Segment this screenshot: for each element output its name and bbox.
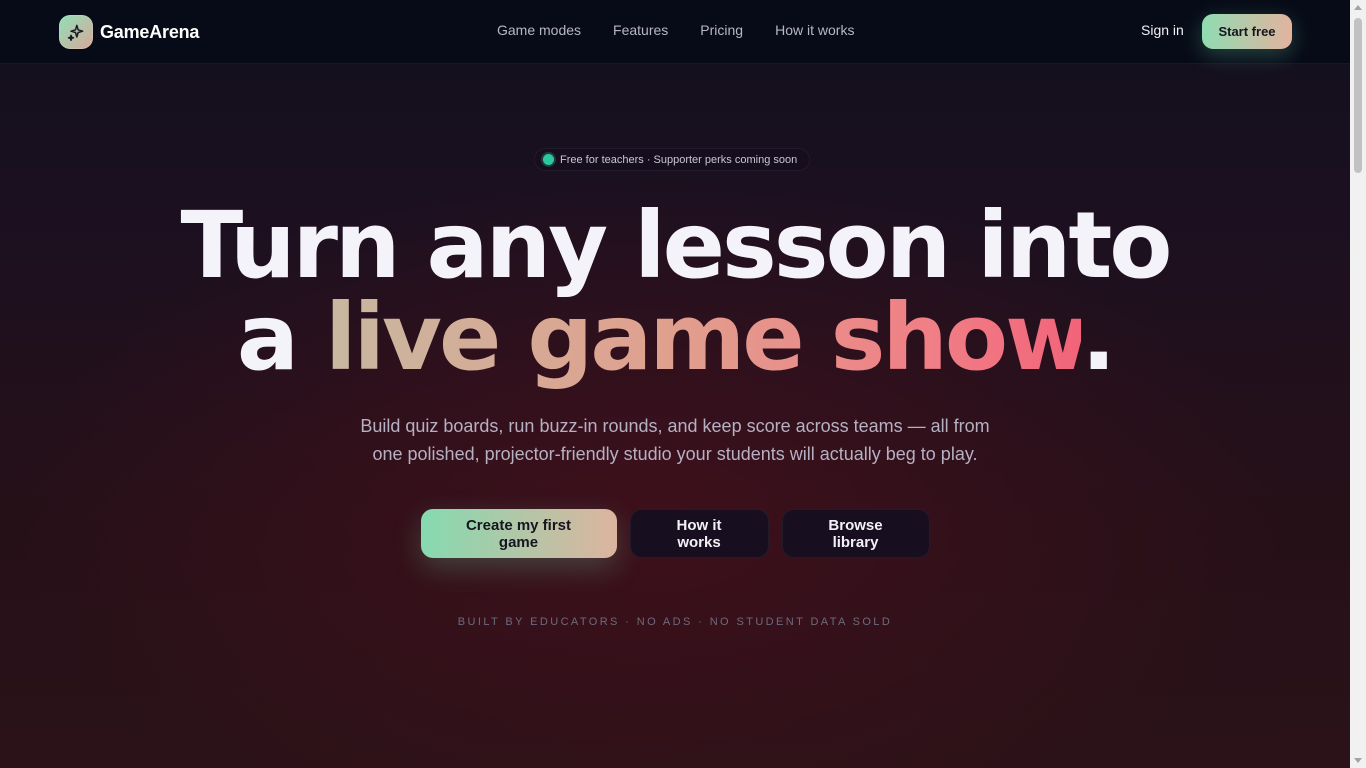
subtitle-line-2: one polished, projector-friendly studio …	[372, 444, 978, 464]
create-first-game-button[interactable]: Create my first game	[420, 509, 617, 558]
hero-headline: Turn any lesson into a live game show.	[0, 200, 1350, 384]
top-nav: GameArena Game modes Features Pricing Ho…	[0, 0, 1350, 64]
sign-in-link[interactable]: Sign in	[1141, 22, 1184, 38]
headline-highlight: live game show	[324, 284, 1084, 391]
nav-links: Game modes Features Pricing How it works	[497, 22, 854, 38]
how-it-works-button[interactable]: How it works	[629, 509, 769, 558]
status-badge: Free for teachers · Supporter perks comi…	[534, 148, 811, 171]
nav-link-features[interactable]: Features	[613, 22, 668, 38]
hero-subtitle: Build quiz boards, run buzz-in rounds, a…	[0, 412, 1350, 468]
brand-name: GameArena	[100, 21, 200, 42]
browse-library-button[interactable]: Browse library	[781, 509, 930, 558]
headline-suffix: .	[1081, 284, 1116, 391]
scroll-down-icon[interactable]	[1354, 758, 1362, 763]
subtitle-line-1: Build quiz boards, run buzz-in rounds, a…	[360, 416, 990, 436]
landing-page: GameArena Game modes Features Pricing Ho…	[0, 0, 1350, 768]
brand[interactable]: GameArena	[59, 15, 199, 49]
status-dot-icon	[543, 154, 554, 165]
headline-line-2: a live game show.	[0, 292, 1350, 384]
badge-text: Free for teachers · Supporter perks comi…	[560, 153, 798, 166]
sparkles-icon	[59, 15, 93, 49]
scroll-up-icon[interactable]	[1354, 5, 1362, 10]
scrollbar-thumb[interactable]	[1354, 18, 1362, 173]
trust-tagline: BUILT BY EDUCATORS · NO ADS · NO STUDENT…	[457, 616, 893, 628]
headline-prefix: a	[236, 284, 325, 391]
cta-group: Create my first game How it works Browse…	[0, 509, 1350, 558]
nav-link-game-modes[interactable]: Game modes	[497, 22, 581, 38]
start-free-button[interactable]: Start free	[1202, 14, 1292, 49]
nav-link-how-it-works[interactable]: How it works	[775, 22, 854, 38]
page-scrollbar[interactable]	[1350, 0, 1366, 768]
headline-line-1: Turn any lesson into	[180, 192, 1172, 299]
nav-link-pricing[interactable]: Pricing	[700, 22, 743, 38]
